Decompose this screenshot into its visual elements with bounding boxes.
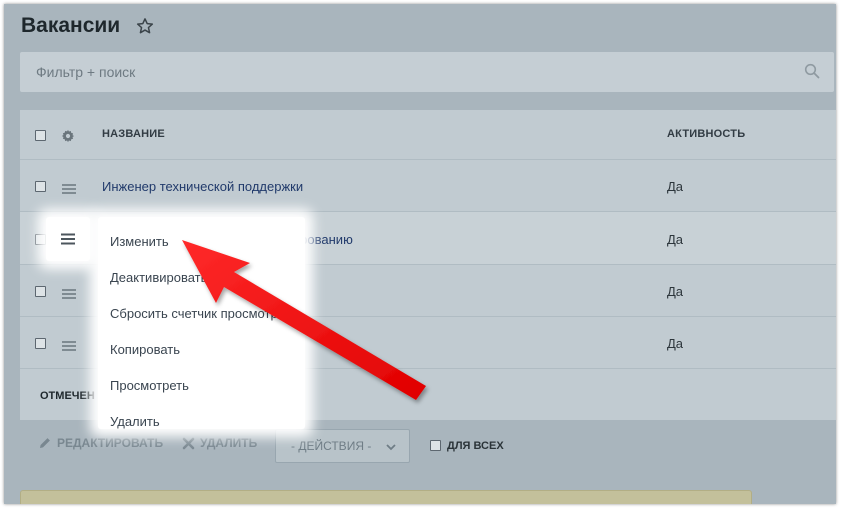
- menu-item-copy[interactable]: Копировать: [110, 342, 180, 357]
- burger-menu-button-active[interactable]: [46, 217, 90, 261]
- edit-button-label: РЕДАКТИРОВАТЬ: [57, 436, 164, 450]
- menu-item-view[interactable]: Просмотреть: [110, 378, 189, 393]
- actions-select[interactable]: - ДЕЙСТВИЯ -: [275, 429, 410, 463]
- actions-select-value: - ДЕЙСТВИЯ -: [291, 439, 372, 453]
- window-frame: Вакансии НАЗВАНИЕ АКТИВНОСТЬ Инженер тех…: [4, 4, 836, 504]
- row-checkbox[interactable]: [35, 181, 46, 192]
- row-activity: Да: [667, 284, 684, 299]
- star-icon[interactable]: [136, 17, 154, 35]
- burger-menu-icon[interactable]: [62, 339, 76, 351]
- delete-button[interactable]: УДАЛИТЬ: [182, 436, 257, 450]
- delete-button-label: УДАЛИТЬ: [200, 436, 258, 450]
- row-checkbox[interactable]: [35, 338, 46, 349]
- selected-count-label: ОТМЕЧЕН: [40, 390, 95, 402]
- edit-button[interactable]: РЕДАКТИРОВАТЬ: [38, 436, 163, 450]
- for-all-checkbox[interactable]: [430, 440, 441, 451]
- burger-menu-icon[interactable]: [62, 182, 76, 194]
- page-title: Вакансии: [21, 14, 121, 37]
- burger-menu-icon[interactable]: [62, 287, 76, 299]
- search-icon[interactable]: [804, 63, 820, 79]
- row-checkbox[interactable]: [35, 286, 46, 297]
- row-context-menu: Изменить Деактивировать Сбросить счетчик…: [98, 217, 305, 429]
- close-icon: [182, 437, 195, 449]
- chevron-down-icon: [385, 441, 397, 453]
- menu-item-delete[interactable]: Удалить: [110, 414, 160, 429]
- search-input[interactable]: [36, 64, 776, 80]
- menu-item-deactivate[interactable]: Деактивировать: [110, 270, 207, 285]
- row-activity: Да: [667, 179, 684, 194]
- select-all-checkbox[interactable]: [35, 130, 46, 141]
- notice-strip: [20, 490, 752, 504]
- burger-menu-icon: [61, 233, 75, 245]
- row-checkbox[interactable]: [35, 234, 46, 245]
- filter-search-bar[interactable]: [20, 52, 834, 92]
- column-header-name[interactable]: НАЗВАНИЕ: [102, 128, 165, 140]
- for-all-label: ДЛЯ ВСЕХ: [447, 440, 504, 452]
- table-header: НАЗВАНИЕ АКТИВНОСТЬ: [20, 110, 836, 160]
- menu-item-edit[interactable]: Изменить: [110, 234, 169, 249]
- row-activity: Да: [667, 336, 684, 351]
- group-actions-bar: РЕДАКТИРОВАТЬ УДАЛИТЬ - ДЕЙСТВИЯ - ДЛЯ В…: [20, 424, 836, 468]
- column-header-activity[interactable]: АКТИВНОСТЬ: [667, 128, 745, 140]
- table-row: Инженер технической поддержки Да: [20, 160, 836, 212]
- row-activity: Да: [667, 232, 684, 247]
- row-name-link[interactable]: Инженер технической поддержки: [102, 179, 303, 194]
- menu-item-reset-views[interactable]: Сбросить счетчик просмотров: [110, 306, 292, 321]
- pencil-icon: [40, 438, 50, 448]
- gear-icon[interactable]: [61, 129, 75, 143]
- title-row: Вакансии: [21, 11, 154, 41]
